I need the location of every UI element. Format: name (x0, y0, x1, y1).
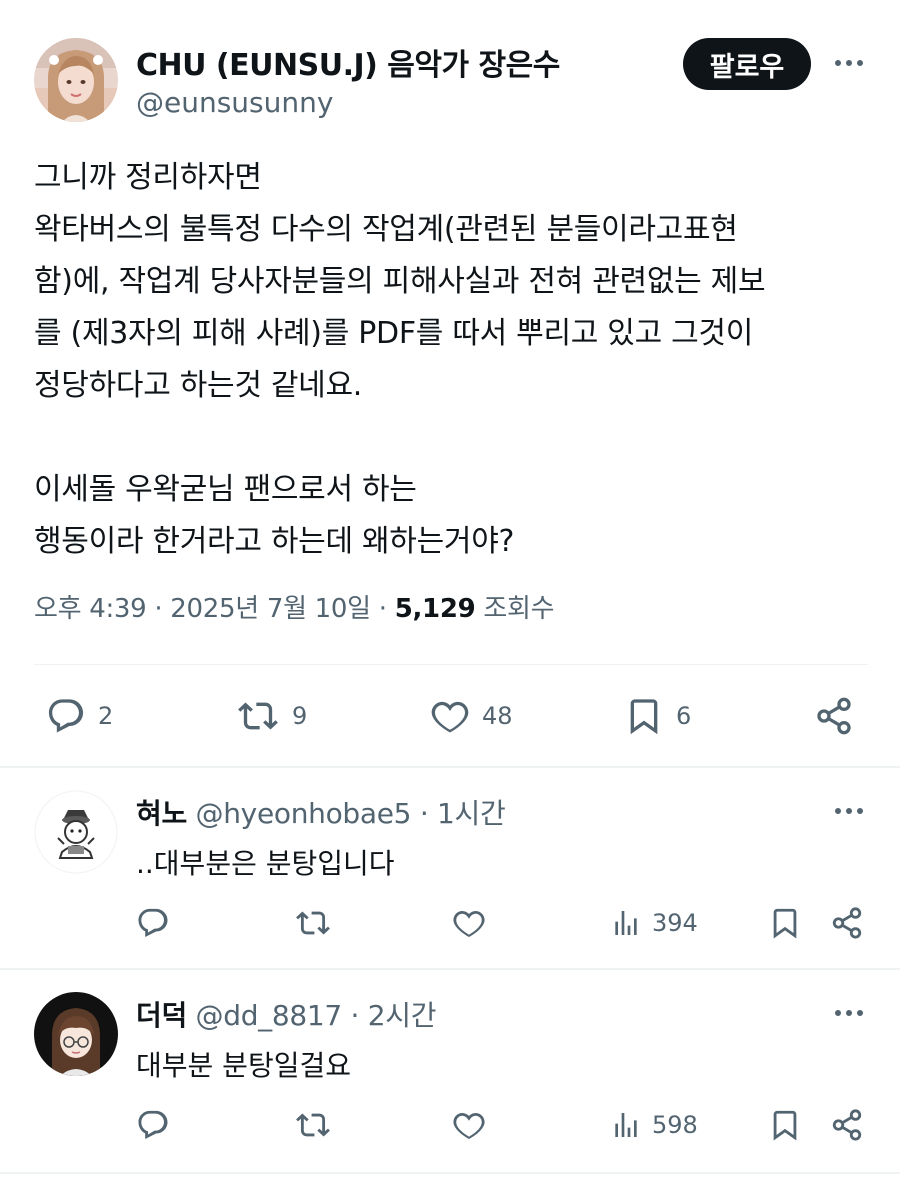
share-icon (830, 1108, 864, 1142)
meta-separator: · (419, 797, 429, 830)
tweet-text-line: 정당하다고 하는것 같네요. (34, 368, 363, 403)
tweet-text: 그니까 정리하자면 왁타버스의 불특정 다수의 작업계(관련된 분들이라고표현 … (34, 152, 874, 568)
meta-separator: · (350, 999, 360, 1032)
meta-separator: · (378, 594, 387, 624)
views-label: 조회수 (483, 594, 555, 624)
bookmark-icon (768, 906, 802, 940)
tweet-text-line: 이세돌 우왁굳님 팬으로서 하는 (34, 472, 417, 507)
tweet-meta: 오후 4:39 · 2025년 7월 10일 · 5,129 조회수 (34, 588, 555, 625)
tweet-date[interactable]: 2025년 7월 10일 (170, 594, 371, 624)
main-tweet: CHU (EUNSU.J) 음악가 장은수 @eunsusunny 팔로우 그니… (0, 0, 900, 768)
like-icon (452, 906, 486, 940)
reply-text: 대부분 분탕일걸요 (136, 1049, 351, 1082)
retweet-button[interactable]: 9 (236, 696, 307, 736)
follow-button[interactable]: 팔로우 (683, 38, 811, 90)
more-icon[interactable] (832, 998, 866, 1028)
views-count: 598 (652, 1111, 698, 1139)
bookmark-button[interactable]: 6 (624, 696, 691, 736)
reply-time[interactable]: 1시간 (437, 797, 506, 830)
tweet-text-line (34, 412, 874, 464)
retweet-button[interactable] (294, 906, 332, 940)
share-icon (814, 696, 854, 736)
bookmark-icon (624, 696, 664, 736)
views-button[interactable]: 394 (610, 906, 698, 940)
reply-author-handle[interactable]: @dd_8817 (196, 999, 343, 1032)
tweet-text-line: 행동이라 한거라고 하는데 왜하는거야? (34, 524, 515, 559)
reply-button[interactable] (136, 1108, 170, 1142)
reply-header: 더덕 @dd_8817 · 2시간 (136, 994, 437, 1034)
reply-button[interactable]: 2 (46, 696, 113, 736)
retweet-icon (236, 696, 280, 736)
retweet-icon (294, 906, 332, 940)
like-button[interactable] (452, 906, 486, 940)
reply-avatar[interactable] (34, 790, 118, 874)
like-count: 48 (482, 702, 513, 730)
reply-text: ..대부분은 분탕입니다 (136, 847, 395, 880)
more-icon[interactable] (832, 796, 866, 826)
reply-author-name[interactable]: 더덕 (136, 999, 187, 1032)
like-button[interactable]: 48 (430, 696, 513, 736)
tweet-time[interactable]: 오후 4:39 (34, 594, 147, 624)
reply-author-name[interactable]: 혀노 (136, 797, 187, 830)
author-avatar[interactable] (34, 38, 118, 122)
author-name[interactable]: CHU (EUNSU.J) 음악가 장은수 (136, 40, 560, 84)
retweet-count: 9 (292, 702, 308, 730)
tweet-text-line: 왁타버스의 불특정 다수의 작업계(관련된 분들이라고표현 (34, 212, 738, 247)
reply-button[interactable] (136, 906, 170, 940)
reply-item[interactable]: 혀노 @hyeonhobae5 · 1시간 ..대부분은 분탕입니다 394 (0, 768, 900, 968)
tweet-text-line: 를 (제3자의 피해 사례)를 PDF를 따서 뿌리고 있고 그것이 (34, 316, 754, 351)
retweet-icon (294, 1108, 332, 1142)
tweet-text-line: 그니까 정리하자면 (34, 160, 262, 195)
like-icon (430, 696, 470, 736)
reply-time[interactable]: 2시간 (368, 999, 437, 1032)
share-button[interactable] (814, 696, 854, 736)
reply-author-handle[interactable]: @hyeonhobae5 (196, 797, 412, 830)
like-icon (452, 1108, 486, 1142)
share-icon (830, 906, 864, 940)
views-icon (610, 906, 642, 940)
views-count: 5,129 (394, 594, 476, 624)
views-count: 394 (652, 909, 698, 937)
tweet-text-line: 함)에, 작업계 당사자분들의 피해사실과 전혀 관련없는 제보 (34, 264, 766, 299)
meta-separator: · (154, 594, 163, 624)
views-button[interactable]: 598 (610, 1108, 698, 1142)
bookmark-button[interactable] (768, 1108, 802, 1142)
share-button[interactable] (830, 906, 864, 940)
divider (0, 1172, 900, 1174)
like-button[interactable] (452, 1108, 486, 1142)
reply-header: 혀노 @hyeonhobae5 · 1시간 (136, 792, 506, 832)
reply-item[interactable]: 더덕 @dd_8817 · 2시간 대부분 분탕일걸요 598 (0, 970, 900, 1170)
bookmark-count: 6 (676, 702, 692, 730)
share-button[interactable] (830, 1108, 864, 1142)
reply-icon (136, 906, 170, 940)
divider (34, 664, 868, 665)
reply-icon (136, 1108, 170, 1142)
bookmark-icon (768, 1108, 802, 1142)
views-icon (610, 1108, 642, 1142)
retweet-button[interactable] (294, 1108, 332, 1142)
reply-avatar[interactable] (34, 992, 118, 1076)
reply-count: 2 (98, 702, 114, 730)
bookmark-button[interactable] (768, 906, 802, 940)
reply-icon (46, 696, 86, 736)
author-handle[interactable]: @eunsusunny (136, 86, 333, 119)
more-icon[interactable] (832, 45, 866, 81)
